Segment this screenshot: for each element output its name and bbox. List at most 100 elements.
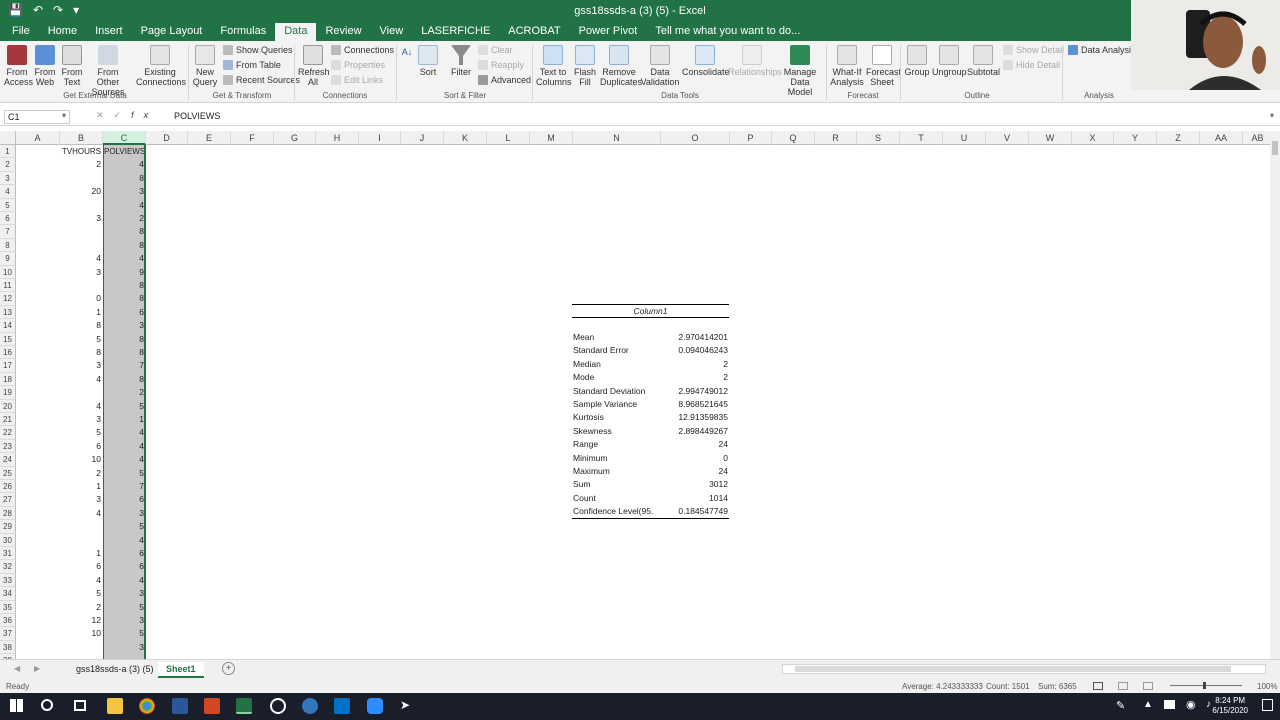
horizontal-scrollbar[interactable] xyxy=(782,664,1266,674)
row-header[interactable]: 35 xyxy=(0,600,16,614)
tab-review[interactable]: Review xyxy=(316,23,370,41)
cell[interactable]: 4 xyxy=(104,426,144,439)
remove-duplicates-button[interactable]: Remove Duplicates xyxy=(600,45,642,87)
scroll-thumb[interactable] xyxy=(1272,141,1278,155)
cell[interactable]: 6 xyxy=(104,560,144,573)
clock[interactable]: 8:24 PM 6/15/2020 xyxy=(1212,696,1248,716)
cell[interactable]: 2 xyxy=(61,601,101,614)
from-other-sources-button[interactable]: From Other Sources xyxy=(86,45,130,97)
stats-row[interactable]: Count 1014 xyxy=(572,492,729,505)
name-box[interactable]: C1 xyxy=(4,110,70,124)
stats-row[interactable]: Sum 3012 xyxy=(572,478,729,491)
tab-data[interactable]: Data xyxy=(275,23,317,41)
cell[interactable]: 4 xyxy=(104,534,144,547)
file-explorer-icon[interactable] xyxy=(107,698,123,714)
row-header[interactable]: 31 xyxy=(0,547,16,561)
row-header[interactable]: 12 xyxy=(0,292,16,306)
page-break-view-icon[interactable] xyxy=(1143,682,1153,690)
cell[interactable]: 5 xyxy=(104,400,144,413)
from-web-button[interactable]: From Web xyxy=(34,45,56,87)
task-view-icon[interactable] xyxy=(74,700,86,711)
vertical-scrollbar[interactable] xyxy=(1270,131,1280,659)
tray-arrow-icon[interactable]: ▲ xyxy=(1143,699,1153,710)
stats-row[interactable]: Minimum 0 xyxy=(572,452,729,465)
tab-view[interactable]: View xyxy=(371,23,413,41)
cell[interactable]: 8 xyxy=(104,225,144,238)
cell[interactable]: 3 xyxy=(104,587,144,600)
ungroup-button[interactable]: Ungroup xyxy=(932,45,967,77)
cell[interactable]: 3 xyxy=(61,493,101,506)
cell[interactable]: 8 xyxy=(104,292,144,305)
row-header[interactable]: 28 xyxy=(0,506,16,521)
search-icon[interactable] xyxy=(41,699,53,711)
column-header[interactable]: T xyxy=(900,131,943,145)
cell[interactable]: 5 xyxy=(104,467,144,480)
row-header[interactable]: 38 xyxy=(0,640,16,655)
cell[interactable]: 4 xyxy=(104,158,144,171)
tab-laserfiche[interactable]: LASERFICHE xyxy=(412,23,499,41)
next-sheet-icon[interactable]: ▶ xyxy=(34,664,40,673)
cell[interactable]: 8 xyxy=(61,319,101,332)
stats-row[interactable]: Range 24 xyxy=(572,438,729,451)
cell[interactable]: 8 xyxy=(104,279,144,292)
refresh-all-button[interactable]: Refresh All xyxy=(298,45,330,87)
cell[interactable]: 10 xyxy=(61,627,101,640)
cell[interactable]: 10 xyxy=(61,453,101,466)
row-header[interactable]: 4 xyxy=(0,185,16,199)
cell[interactable]: 9 xyxy=(104,266,144,279)
cell[interactable]: 1 xyxy=(61,547,101,560)
row-header[interactable]: 10 xyxy=(0,265,16,279)
fx-icon[interactable]: fx xyxy=(131,110,158,120)
data-validation-button[interactable]: Data Validation xyxy=(640,45,680,87)
row-header[interactable]: 14 xyxy=(0,319,16,333)
cell[interactable]: 2 xyxy=(61,158,101,171)
tell-me-search[interactable]: Tell me what you want to do... xyxy=(646,23,809,41)
people-icon[interactable]: ✎ xyxy=(1116,699,1125,712)
cell[interactable]: 1 xyxy=(61,480,101,493)
add-sheet-icon[interactable]: + xyxy=(222,662,235,675)
row-header[interactable]: 27 xyxy=(0,493,16,507)
column-header[interactable]: K xyxy=(444,131,487,145)
cell[interactable]: 7 xyxy=(104,480,144,493)
cell[interactable]: 4 xyxy=(61,252,101,265)
properties-button[interactable]: Properties xyxy=(331,60,385,70)
column-header[interactable]: V xyxy=(986,131,1029,145)
cell[interactable]: 4 xyxy=(104,453,144,466)
cell[interactable]: 8 xyxy=(104,373,144,386)
column-header[interactable]: N xyxy=(573,131,661,145)
cell[interactable]: 3 xyxy=(104,507,144,520)
column-header[interactable]: S xyxy=(857,131,900,145)
cell[interactable]: 7 xyxy=(104,359,144,372)
subtotal-button[interactable]: Subtotal xyxy=(967,45,1000,77)
row-header[interactable]: 26 xyxy=(0,480,16,494)
cell[interactable]: 4 xyxy=(61,373,101,386)
cell[interactable]: 3 xyxy=(61,266,101,279)
row-header[interactable]: 17 xyxy=(0,359,16,373)
cell[interactable]: 8 xyxy=(104,172,144,185)
stats-row[interactable]: Sample Variance 8.968521645 xyxy=(572,398,729,411)
row-header[interactable]: 20 xyxy=(0,399,16,413)
cell[interactable]: 4 xyxy=(104,252,144,265)
name-box-dropdown-icon[interactable]: ▾ xyxy=(62,111,66,120)
column-header[interactable]: O xyxy=(661,131,730,145)
cell[interactable]: 8 xyxy=(104,346,144,359)
stats-row[interactable]: Mode 2 xyxy=(572,371,729,384)
filter-button[interactable]: Filter xyxy=(448,45,474,77)
h-scroll-thumb[interactable] xyxy=(795,666,1231,672)
row-header[interactable]: 1 xyxy=(0,145,16,159)
media-icon[interactable] xyxy=(270,698,286,714)
cell[interactable]: 4 xyxy=(104,574,144,587)
tab-home[interactable]: Home xyxy=(39,23,86,41)
column-header[interactable]: X xyxy=(1072,131,1114,145)
stats-row[interactable]: Skewness 2.898449267 xyxy=(572,425,729,438)
row-header[interactable]: 21 xyxy=(0,413,16,427)
stats-row[interactable]: Confidence Level(95. 0.184547749 xyxy=(572,505,729,519)
cell[interactable]: POLVIEWS xyxy=(104,145,144,158)
cell[interactable]: 8 xyxy=(104,239,144,252)
zoom-level[interactable]: 100% xyxy=(1257,682,1277,691)
cell[interactable]: 3 xyxy=(61,359,101,372)
enter-icon[interactable]: ✓ xyxy=(114,110,132,120)
row-header[interactable]: 16 xyxy=(0,346,16,360)
cell[interactable]: 6 xyxy=(61,440,101,453)
stats-row[interactable]: Maximum 24 xyxy=(572,465,729,478)
